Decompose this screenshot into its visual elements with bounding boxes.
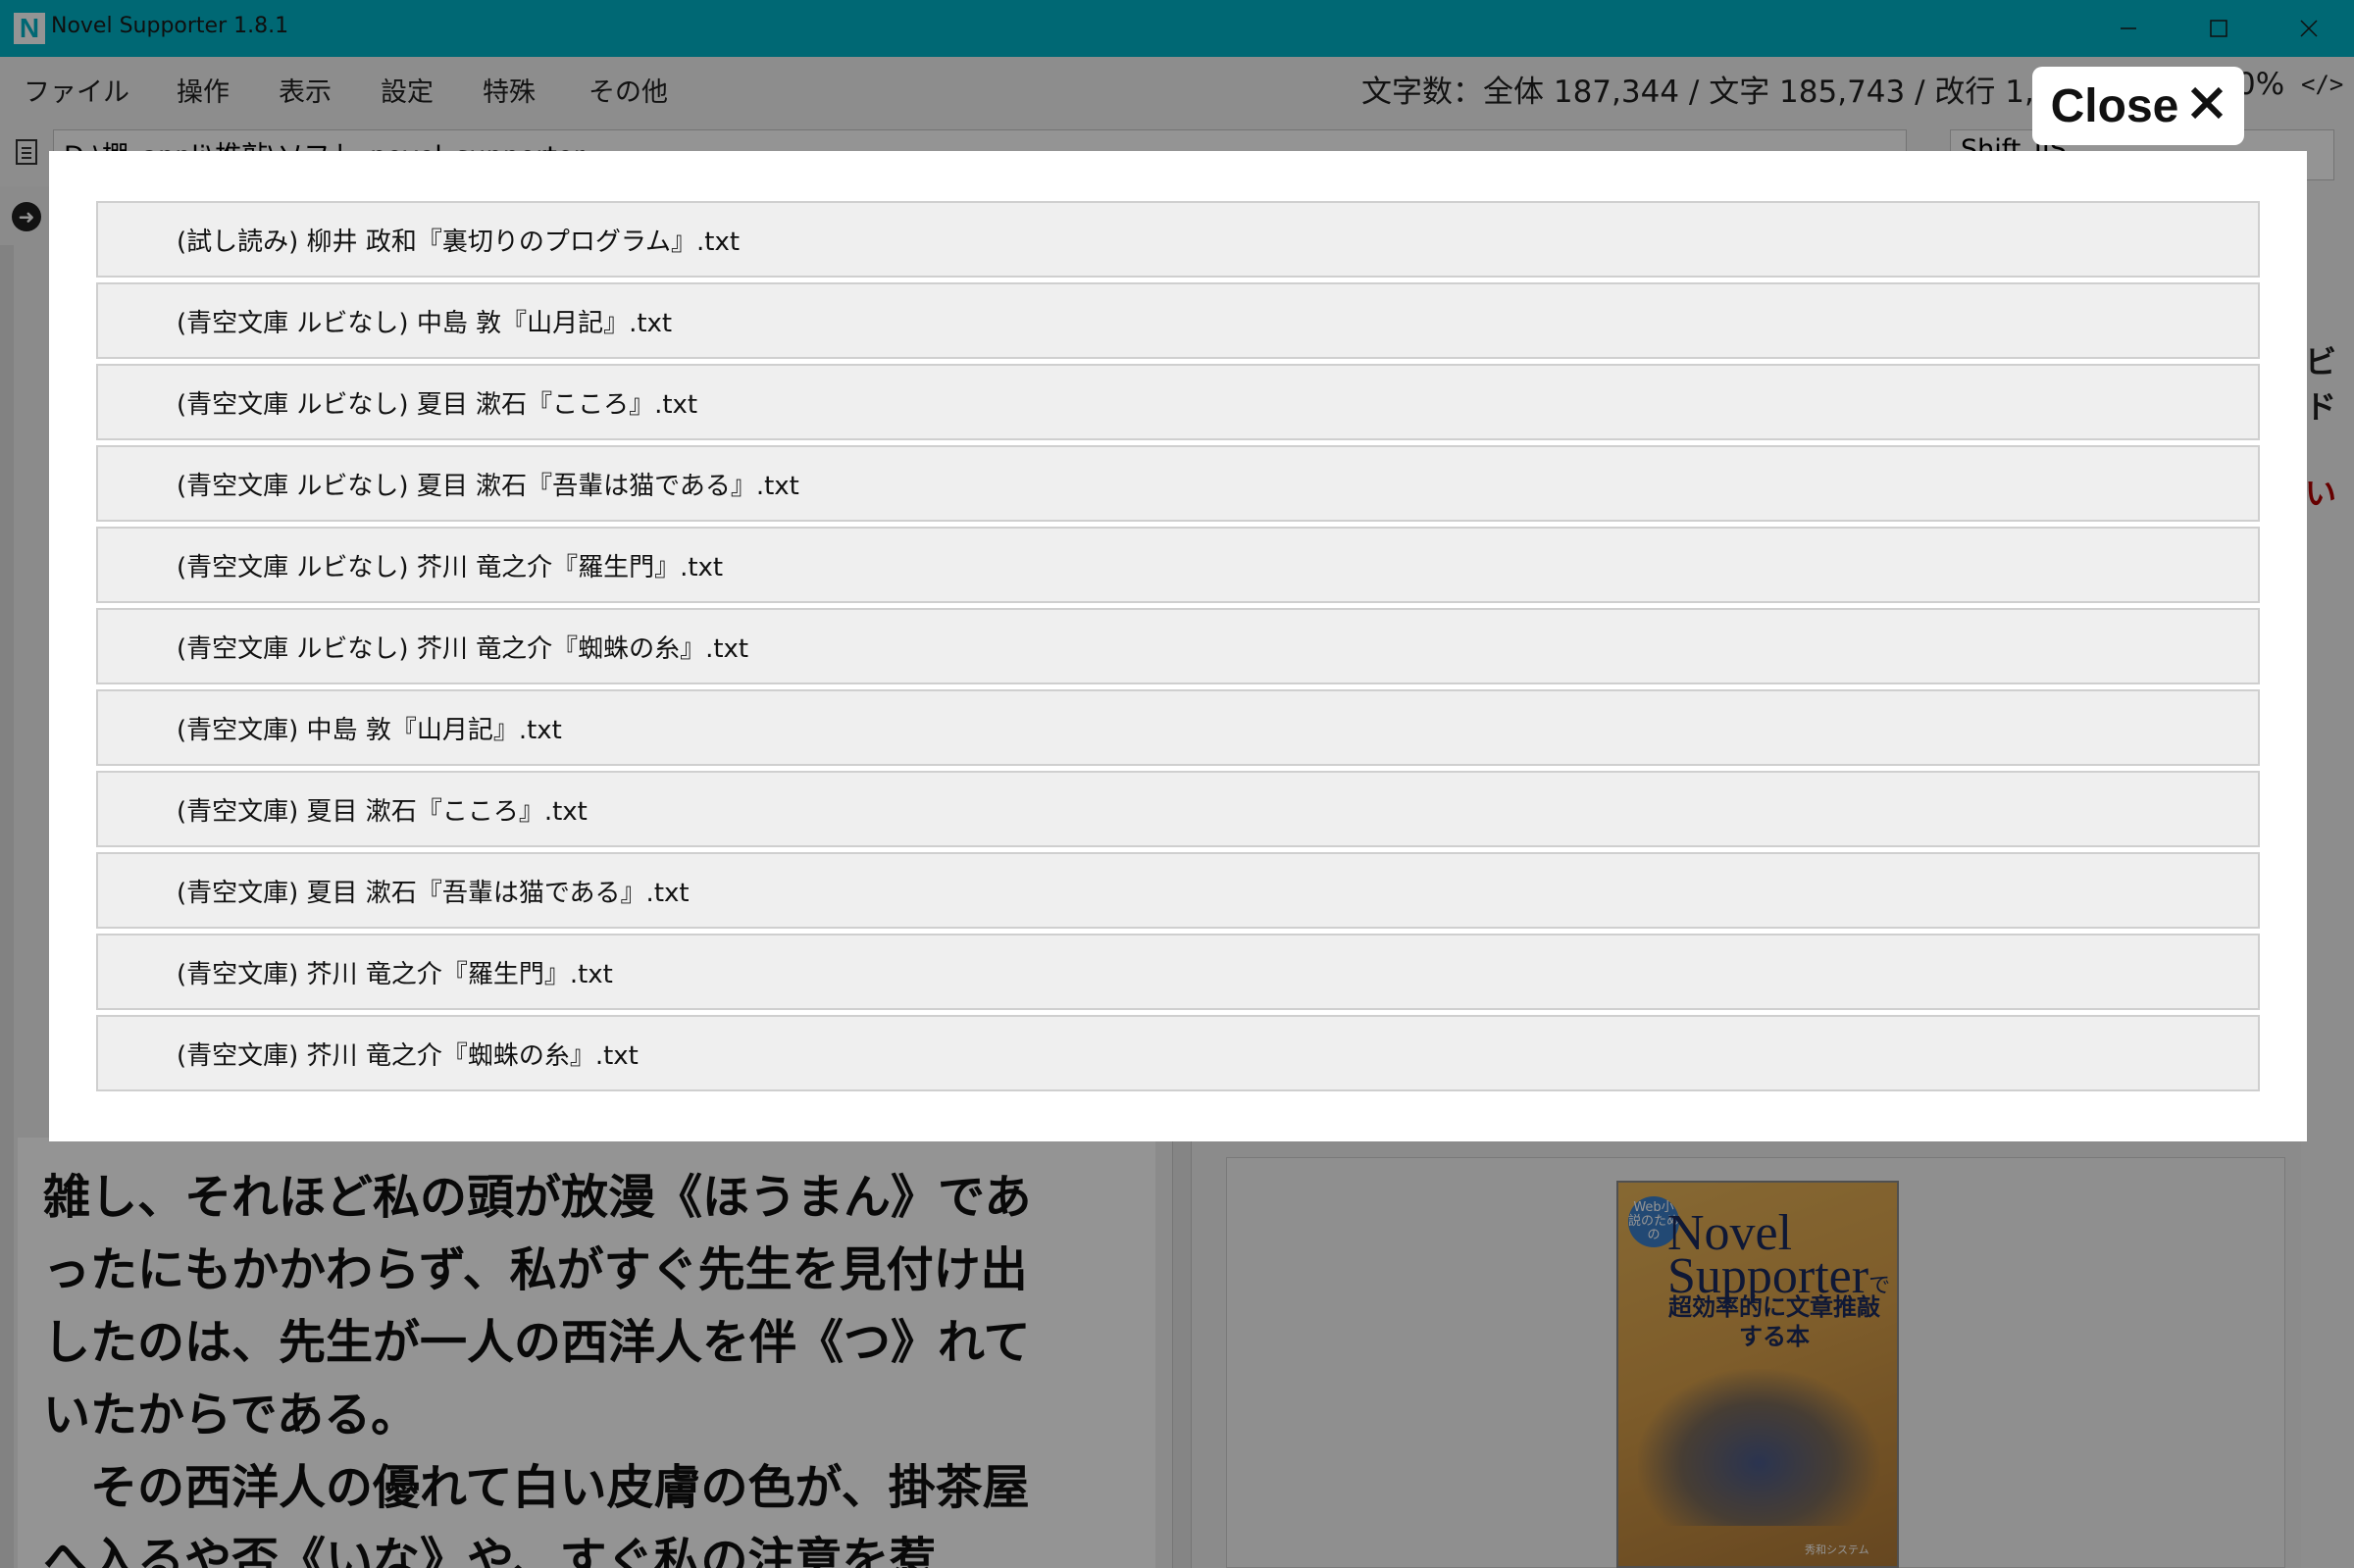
file-list-item[interactable]: (青空文庫) 夏目 漱石『こころ』.txt [96, 771, 2260, 847]
file-list-item[interactable]: (青空文庫 ルビなし) 夏目 漱石『吾輩は猫である』.txt [96, 445, 2260, 522]
file-list-item[interactable]: (青空文庫) 芥川 竜之介『羅生門』.txt [96, 934, 2260, 1010]
close-icon [2188, 79, 2226, 133]
file-list-item[interactable]: (試し読み) 柳井 政和『裏切りのプログラム』.txt [96, 201, 2260, 278]
file-list-item[interactable]: (青空文庫 ルビなし) 中島 敦『山月記』.txt [96, 282, 2260, 359]
file-list-item[interactable]: (青空文庫) 夏目 漱石『吾輩は猫である』.txt [96, 852, 2260, 929]
file-list-item[interactable]: (青空文庫 ルビなし) 夏目 漱石『こころ』.txt [96, 364, 2260, 440]
modal-close-button[interactable]: Close [2032, 67, 2244, 145]
file-list-item[interactable]: (青空文庫 ルビなし) 芥川 竜之介『羅生門』.txt [96, 527, 2260, 603]
sample-file-dialog: (試し読み) 柳井 政和『裏切りのプログラム』.txt (青空文庫 ルビなし) … [49, 151, 2307, 1141]
close-label: Close [2050, 79, 2179, 132]
file-list-item[interactable]: (青空文庫) 中島 敦『山月記』.txt [96, 689, 2260, 766]
file-list-item[interactable]: (青空文庫) 芥川 竜之介『蜘蛛の糸』.txt [96, 1015, 2260, 1091]
file-list-item[interactable]: (青空文庫 ルビなし) 芥川 竜之介『蜘蛛の糸』.txt [96, 608, 2260, 684]
